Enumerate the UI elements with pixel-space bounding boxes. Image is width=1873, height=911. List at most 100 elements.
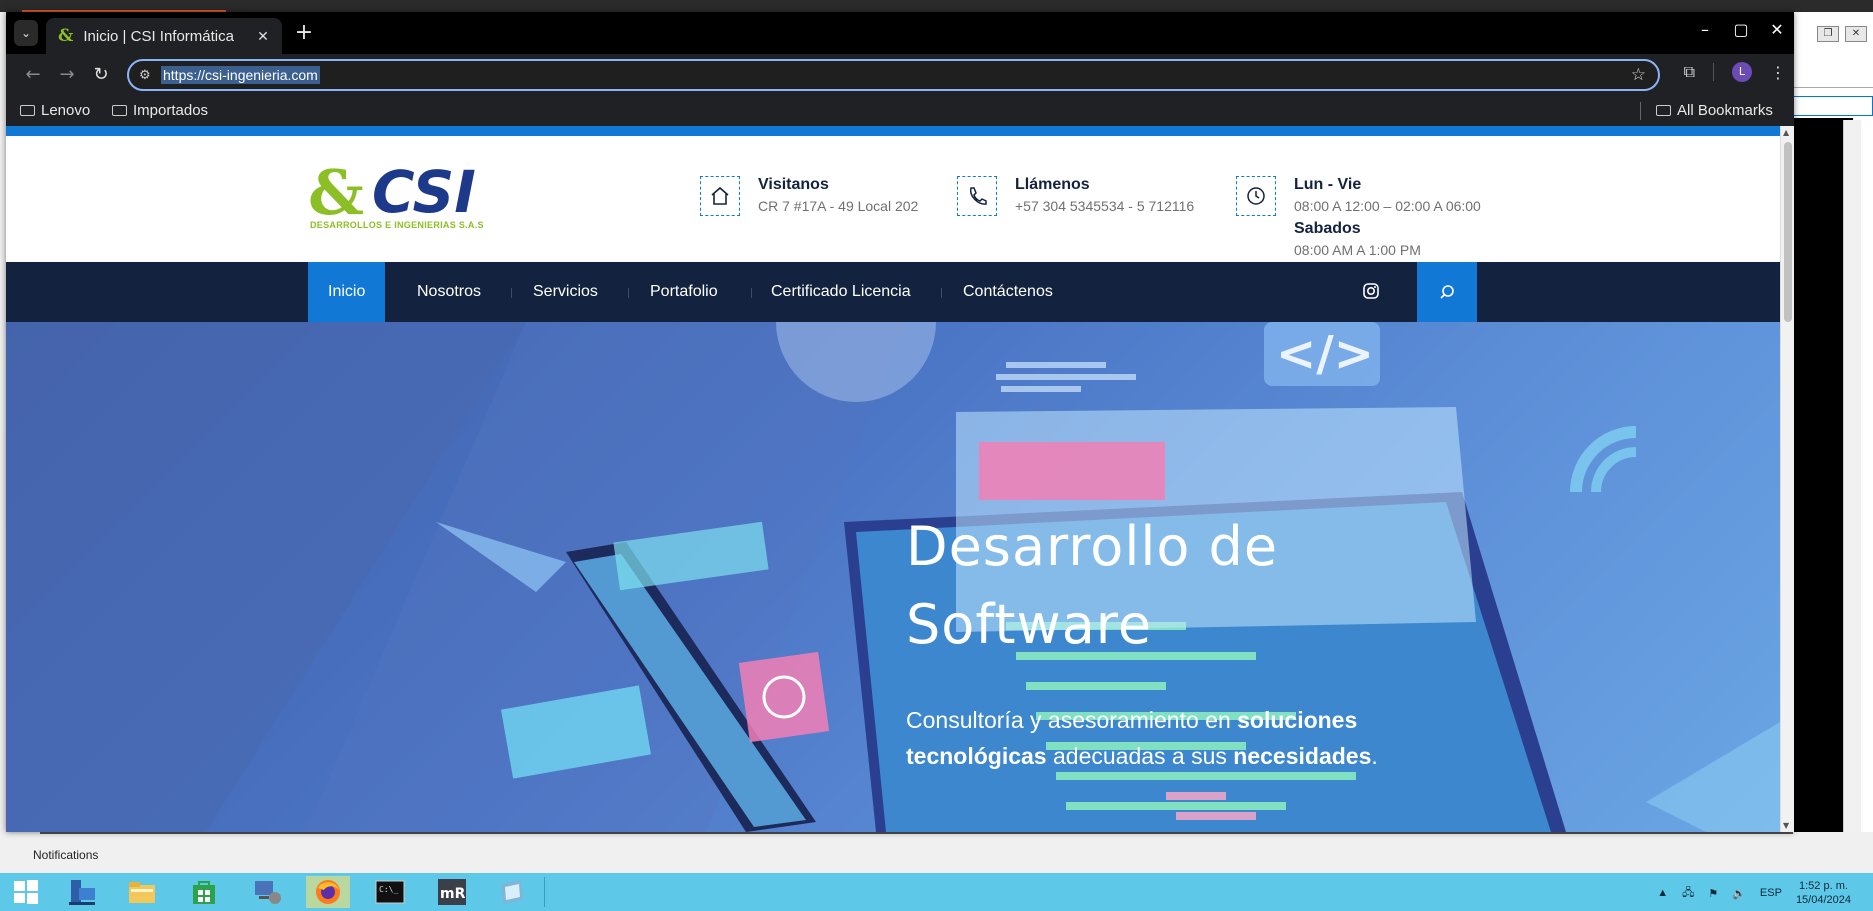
close-window-icon[interactable]: ✕ (1768, 20, 1786, 39)
tray-notify-icon[interactable]: ⚑ (1708, 887, 1718, 900)
address-bar[interactable]: ⚙ https://csi-ingenieria.com ☆ (127, 59, 1660, 91)
hero-sub-part2: adecuadas a sus (1046, 743, 1234, 769)
search-button[interactable] (1417, 262, 1477, 322)
favicon-icon: & (58, 26, 74, 46)
url-text[interactable]: https://csi-ingenieria.com (161, 66, 320, 84)
svg-text:</>: </> (1276, 326, 1374, 382)
extensions-icon[interactable]: ⧉ (1684, 62, 1695, 82)
server-manager-icon[interactable] (60, 876, 104, 908)
hero-slider: </> Desarrollo de Software Consultoría y… (6, 322, 1780, 832)
nav-servicios[interactable]: Servicios (533, 262, 598, 322)
language-indicator[interactable]: ESP (1760, 887, 1782, 899)
folder-icon (20, 105, 35, 116)
start-icon[interactable] (4, 876, 48, 908)
site-navigation: Inicio Nosotros Servicios Portafolio Cer… (6, 262, 1794, 322)
background-scrollbar[interactable] (1843, 120, 1861, 832)
nav-divider (511, 288, 512, 298)
volume-muted-icon[interactable]: 🔈 (1732, 887, 1746, 900)
profile-avatar[interactable]: L (1732, 62, 1752, 82)
nav-divider (941, 288, 942, 298)
tab-title: Inicio | CSI Informática (83, 27, 234, 45)
scrollbar-thumb[interactable] (1784, 142, 1792, 322)
search-icon (1440, 285, 1454, 299)
hero-title-line2: Software (906, 593, 1153, 656)
info-hours: Lun - Vie 08:00 A 12:00 – 02:00 A 06:00 … (1236, 176, 1481, 258)
background-divider (40, 832, 1793, 834)
bookmark-lenovo[interactable]: Lenovo (20, 102, 90, 119)
minimize-icon[interactable]: – (1696, 20, 1714, 39)
call-title: Llámenos (1015, 176, 1090, 193)
hours-title: Lun - Vie (1294, 176, 1362, 193)
tab-close-icon[interactable]: ✕ (252, 28, 274, 45)
taskbar-separator (544, 877, 545, 907)
tab-search-button[interactable]: ⌄ (14, 20, 38, 46)
nav-portafolio[interactable]: Portafolio (650, 262, 718, 322)
hero-sub-part1: Consultoría y asesoramiento en (906, 707, 1238, 733)
mremoteng-icon[interactable]: mR (430, 876, 474, 908)
bookmark-star-icon[interactable]: ☆ (1631, 65, 1646, 85)
folder-icon (1656, 105, 1671, 116)
store-icon[interactable] (182, 876, 226, 908)
toolbar-actions: ⧉ L ⋮ (1684, 62, 1786, 82)
phone-icon (957, 176, 997, 216)
clock-time: 1:52 p. m. (1799, 880, 1848, 892)
restore-icon[interactable]: ❐ (1817, 26, 1839, 42)
bookmarks-separator (1640, 102, 1641, 120)
logo-subtitle: DESARROLLOS E INGENIERIAS S.A.S (310, 220, 484, 230)
svg-text:&: & (308, 156, 364, 228)
bookmark-importados[interactable]: Importados (112, 102, 208, 119)
clock[interactable]: 1:52 p. m. 15/04/2024 (1796, 879, 1851, 907)
instagram-icon[interactable] (1362, 282, 1380, 300)
csi-logo[interactable]: & CSI (308, 156, 526, 228)
close-icon[interactable]: ✕ (1845, 26, 1867, 42)
all-bookmarks[interactable]: All Bookmarks (1656, 102, 1773, 119)
tray-network-icon[interactable]: 🖧 (1682, 884, 1694, 903)
nav-certificado-licencia[interactable]: Certificado Licencia (771, 262, 911, 322)
firefox-icon[interactable] (306, 876, 350, 908)
tab-inicio[interactable]: & Inicio | CSI Informática ✕ (46, 18, 282, 54)
app-icon[interactable] (490, 876, 534, 908)
file-explorer-icon[interactable] (120, 876, 164, 908)
new-tab-button[interactable]: + (292, 22, 316, 44)
call-phone[interactable]: +57 304 5345534 - 5 712116 (1015, 198, 1194, 214)
scroll-down-arrow-icon[interactable]: ▼ (1783, 821, 1789, 830)
page-scrollbar[interactable]: ▲ ▼ (1780, 126, 1794, 832)
site-top-accent-bar (6, 126, 1794, 136)
visit-address: CR 7 #17A - 49 Local 202 (758, 198, 919, 214)
toolbar-separator (1713, 63, 1714, 81)
home-icon (700, 176, 740, 216)
hero-illustration: </> (6, 322, 1780, 832)
maximize-icon[interactable]: ▢ (1732, 20, 1750, 39)
page-viewport: & CSI DESARROLLOS E INGENIERIAS S.A.S Vi… (6, 126, 1794, 832)
visit-title: Visitanos (758, 176, 829, 193)
network-icon[interactable] (246, 876, 290, 908)
notifications-label[interactable]: Notifications (33, 848, 98, 862)
reload-icon[interactable]: ↻ (90, 64, 112, 85)
site-info-icon[interactable]: ⚙ (139, 68, 161, 83)
menu-kebab-icon[interactable]: ⋮ (1770, 63, 1786, 82)
nav-inicio[interactable]: Inicio (308, 262, 386, 322)
nav-contactenos[interactable]: Contáctenos (963, 262, 1053, 322)
clock-date: 15/04/2024 (1795, 894, 1851, 906)
taskbar: C:\_ mR ▲ 🖧 ⚑ 🔈 ESP 1:52 p. m. 15/04/202… (0, 873, 1873, 911)
all-bookmarks-label: All Bookmarks (1677, 102, 1773, 119)
forward-arrow-icon[interactable]: → (56, 64, 78, 85)
site-header: & CSI DESARROLLOS E INGENIERIAS S.A.S Vi… (6, 136, 1794, 262)
svg-text:mR: mR (440, 886, 466, 902)
back-arrow-icon[interactable]: ← (22, 64, 44, 85)
tray-expand-icon[interactable]: ▲ (1657, 887, 1668, 899)
bookmark-label: Importados (133, 102, 209, 119)
nav-divider (751, 288, 752, 298)
browser-window: ⌄ & Inicio | CSI Informática ✕ + – ▢ ✕ ←… (6, 12, 1794, 832)
background-combo[interactable] (1793, 60, 1873, 88)
hero-sub-end: . (1371, 743, 1378, 769)
background-combo-selected[interactable] (1793, 96, 1873, 116)
scroll-up-arrow-icon[interactable]: ▲ (1783, 128, 1789, 137)
nav-nosotros[interactable]: Nosotros (417, 262, 481, 322)
background-window-controls: ❐ ✕ (1817, 26, 1867, 42)
background-window-titlebar (0, 0, 1873, 12)
terminal-icon[interactable]: C:\_ (368, 876, 412, 908)
hero-sub-bold2: necesidades (1233, 743, 1372, 769)
hours-weekday: 08:00 A 12:00 – 02:00 A 06:00 (1294, 198, 1481, 214)
hero-title-line1: Desarrollo de (906, 515, 1279, 578)
